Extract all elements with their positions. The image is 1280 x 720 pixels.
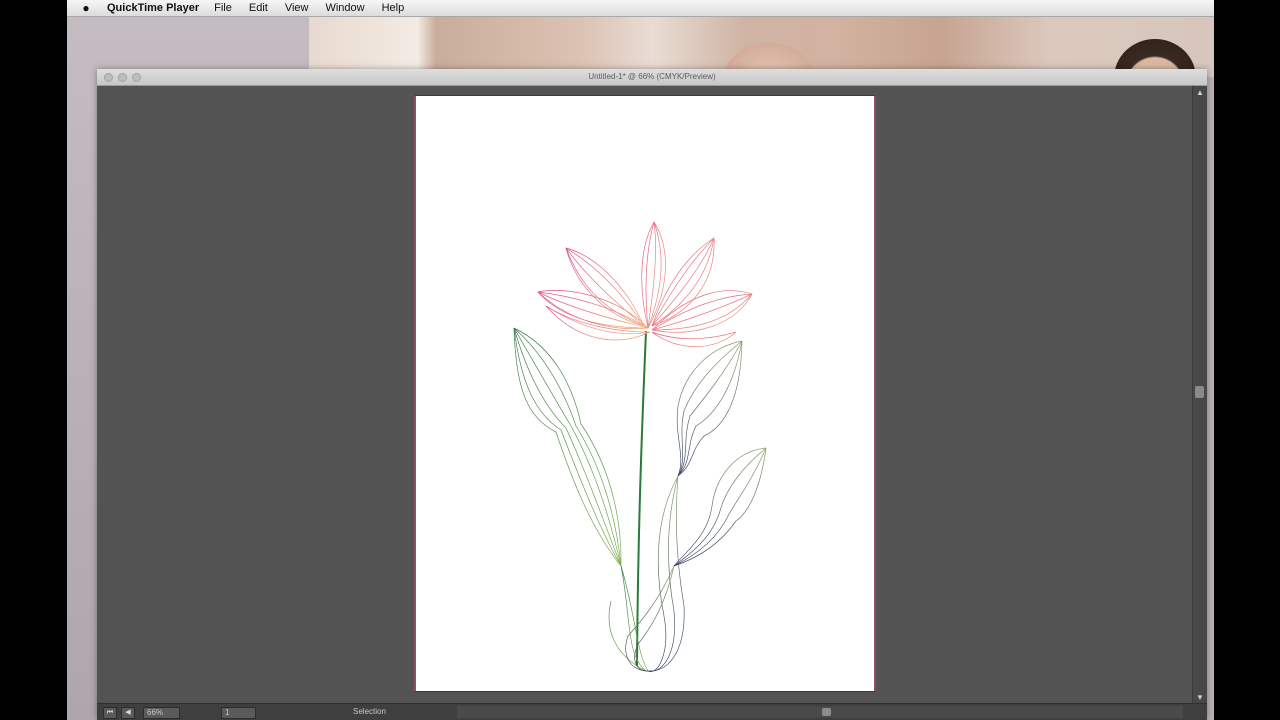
first-artboard-button[interactable]: ⏮ [103,707,117,719]
horizontal-scrollbar[interactable] [457,706,1183,718]
flower-illustration[interactable] [416,96,874,691]
horizontal-scroll-thumb[interactable] [822,708,831,716]
zoom-level-field[interactable]: 66% [143,707,180,719]
minimize-window-icon[interactable] [118,73,127,82]
video-letterbox-right [1214,0,1280,720]
menu-file[interactable]: File [214,2,232,14]
desktop-screen: ● QuickTime Player File Edit View Window… [67,0,1214,720]
menu-view[interactable]: View [285,2,309,14]
scroll-down-arrow-icon[interactable]: ▼ [1196,693,1204,702]
current-tool-label: Selection [353,707,386,716]
close-window-icon[interactable] [104,73,113,82]
macos-menubar: ● QuickTime Player File Edit View Window… [67,0,1214,17]
menu-help[interactable]: Help [382,2,405,14]
scroll-up-arrow-icon[interactable]: ▲ [1196,88,1204,97]
webcam-overlay [309,17,1214,77]
flower-petals [537,221,753,347]
vertical-scroll-thumb[interactable] [1195,386,1204,398]
canvas-pasteboard[interactable] [97,86,1193,704]
right-upper-leaf [647,340,743,673]
apple-logo-icon[interactable]: ● [79,1,93,15]
menu-window[interactable]: Window [325,2,364,14]
zoom-window-icon[interactable] [132,73,141,82]
document-statusbar: ⏮ ◀ 66% 1 Selection [97,703,1207,720]
document-title: Untitled-1* @ 66% (CMYK/Preview) [588,72,716,81]
artboard-number-field[interactable]: 1 [221,707,256,719]
menu-app-name[interactable]: QuickTime Player [107,2,199,14]
window-titlebar[interactable]: Untitled-1* @ 66% (CMYK/Preview) [97,69,1207,86]
menu-edit[interactable]: Edit [249,2,268,14]
artboard[interactable] [416,96,874,691]
document-window: Untitled-1* @ 66% (CMYK/Preview) ▲ ▼ ⏮ ◀… [97,69,1207,720]
right-lower-leaf [625,447,767,672]
prev-artboard-button[interactable]: ◀ [121,707,135,719]
video-letterbox-left [0,0,67,720]
vertical-scrollbar[interactable]: ▲ ▼ [1192,86,1207,704]
left-leaf [513,327,649,672]
window-controls [104,73,141,82]
